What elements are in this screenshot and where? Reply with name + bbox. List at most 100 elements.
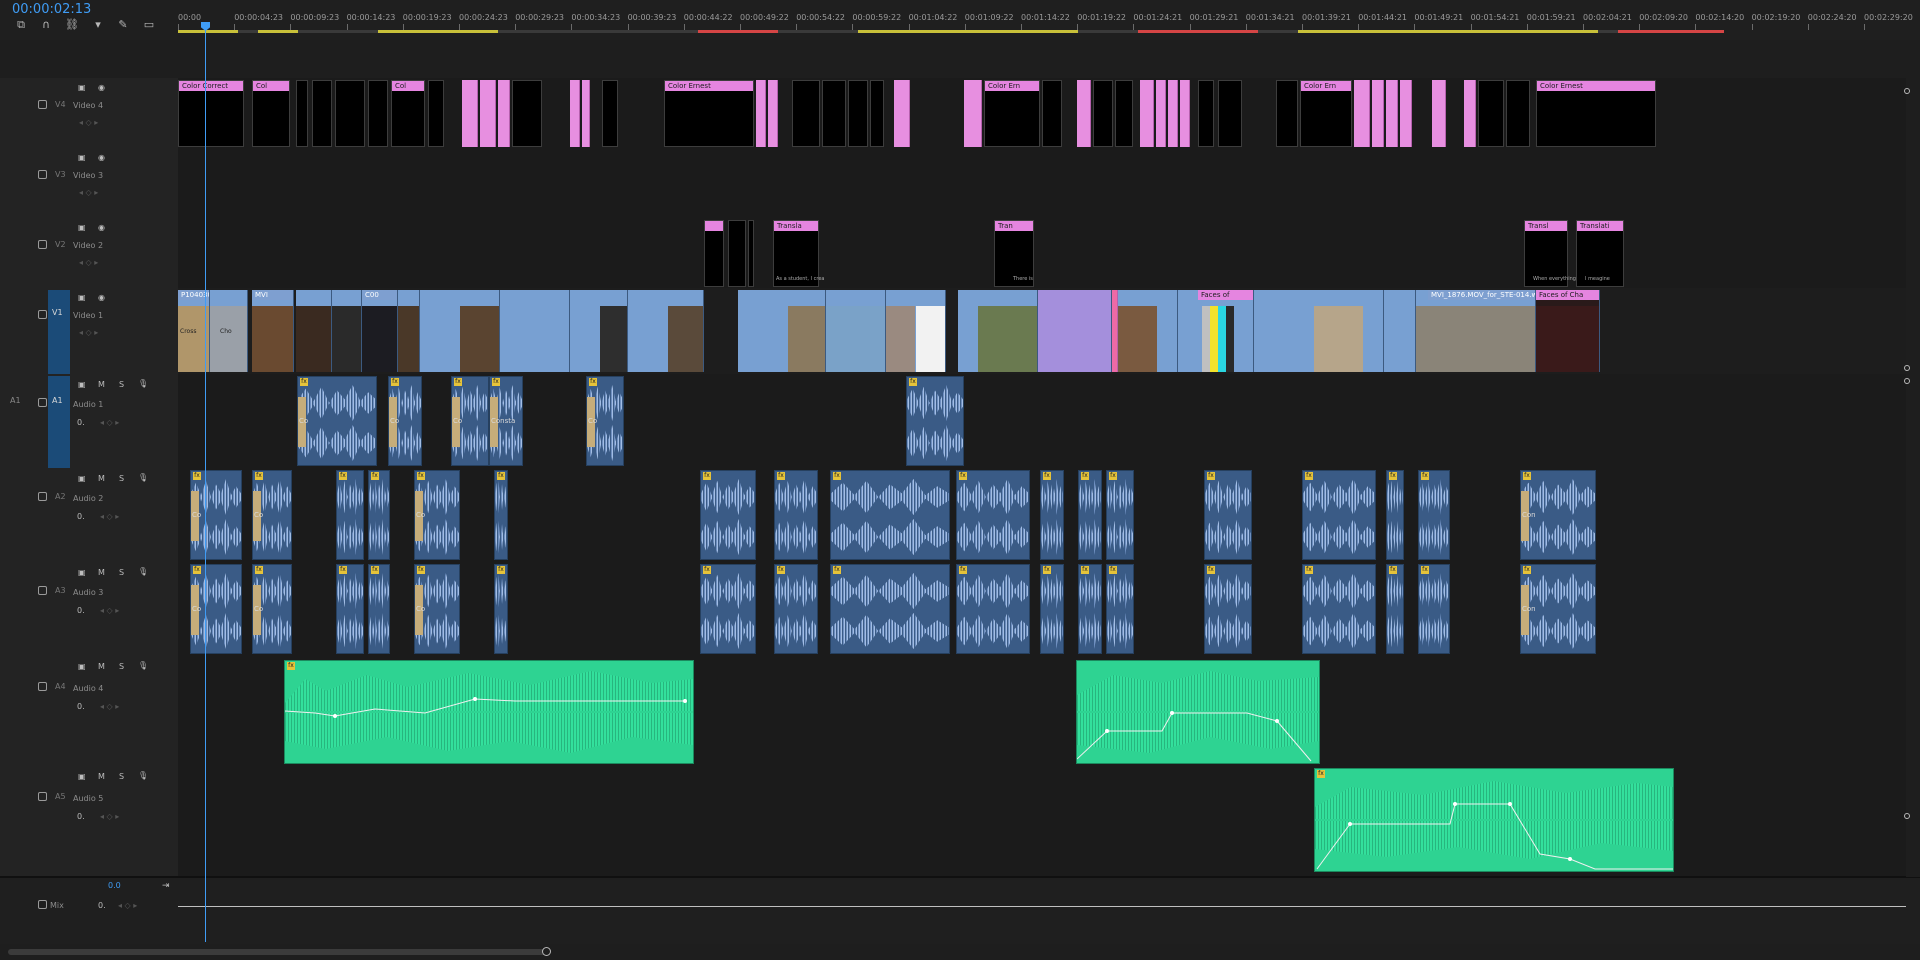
video-clip[interactable] — [1254, 290, 1384, 372]
mute-button[interactable]: M — [98, 474, 105, 483]
toggle-sync-icon[interactable]: ▣ — [78, 293, 86, 302]
audio-clip[interactable]: fx Co — [297, 376, 377, 466]
clip[interactable] — [368, 80, 388, 147]
keyframe-nav-icon[interactable]: ◂ ◇ ▸ — [79, 188, 98, 197]
track-v1[interactable]: P1040305.MOCross Cho MVI C00 Faces of MV… — [178, 288, 1906, 375]
clip[interactable] — [1115, 80, 1133, 147]
adjustment-clip[interactable] — [1464, 80, 1476, 147]
title-clip[interactable] — [748, 220, 754, 287]
track-height-handle[interactable] — [1904, 378, 1910, 384]
video-clip[interactable] — [570, 290, 628, 372]
adjustment-clip[interactable] — [1432, 80, 1446, 147]
adjustment-clip[interactable] — [1354, 80, 1370, 147]
video-clip[interactable]: Faces of Cha — [1536, 290, 1600, 372]
title-clip[interactable]: Transl When everything — [1524, 220, 1576, 287]
video-clip[interactable] — [958, 290, 1038, 372]
track-height-handle[interactable] — [1904, 365, 1910, 371]
eye-icon[interactable]: ◉ — [98, 153, 105, 162]
clip[interactable] — [1478, 80, 1504, 147]
audio-clip[interactable]: fx — [1386, 470, 1404, 560]
music-clip[interactable]: fx — [284, 660, 694, 764]
microphone-icon[interactable]: 🎙 — [138, 473, 148, 482]
audio-clip[interactable]: fx — [1106, 470, 1134, 560]
audio-clip[interactable]: fx — [1106, 564, 1134, 654]
audio-clip[interactable]: fx — [368, 564, 390, 654]
audio-clip[interactable]: fx — [494, 470, 508, 560]
title-clip[interactable] — [704, 220, 724, 287]
audio-clip[interactable]: fx Consta — [489, 376, 523, 466]
adjustment-clip[interactable] — [462, 80, 478, 147]
toggle-sync-icon[interactable]: ▣ — [78, 223, 86, 232]
clip[interactable]: Color Ernest — [1536, 80, 1656, 147]
adjustment-clip[interactable] — [498, 80, 510, 147]
toggle-sync-icon[interactable]: ▣ — [78, 474, 86, 483]
keyframe-nav-icon[interactable]: ◂ ◇ ▸ — [100, 512, 119, 521]
audio-clip[interactable]: fx — [1418, 470, 1450, 560]
microphone-icon[interactable]: 🎙 — [138, 771, 148, 780]
video-clip[interactable] — [628, 290, 704, 372]
lock-icon[interactable] — [38, 682, 47, 691]
track-a5[interactable]: fx — [178, 766, 1906, 877]
track-volume[interactable]: 0. — [98, 901, 106, 910]
solo-button[interactable]: S — [119, 568, 124, 577]
clip[interactable] — [1218, 80, 1242, 147]
volume-keyframe-line[interactable] — [285, 661, 694, 764]
eye-icon[interactable]: ◉ — [98, 223, 105, 232]
video-clip[interactable] — [826, 290, 886, 372]
clip[interactable] — [792, 80, 820, 147]
video-clip[interactable] — [1038, 290, 1112, 372]
lock-icon[interactable] — [38, 310, 47, 319]
title-clip[interactable]: Translati I meagine — [1576, 220, 1624, 287]
mute-button[interactable]: M — [98, 772, 105, 781]
toggle-sync-icon[interactable]: ▣ — [78, 772, 86, 781]
adjustment-clip[interactable] — [1140, 80, 1154, 147]
clip[interactable] — [312, 80, 332, 147]
audio-clip[interactable]: fx — [494, 564, 508, 654]
lock-icon[interactable] — [38, 170, 47, 179]
microphone-icon[interactable]: 🎙 — [138, 379, 148, 388]
track-a1[interactable]: fx Co fx Co fx Co fx Consta fx Co fx — [178, 374, 1906, 469]
mix-volume-line[interactable] — [178, 906, 1906, 907]
adjustment-clip[interactable] — [1386, 80, 1398, 147]
solo-button[interactable]: S — [119, 380, 124, 389]
keyframe-nav-icon[interactable]: ◂ ◇ ▸ — [79, 258, 98, 267]
lock-icon[interactable] — [38, 792, 47, 801]
audio-clip[interactable]: fx Co — [252, 564, 292, 654]
clip[interactable] — [1198, 80, 1214, 147]
adjustment-clip[interactable] — [1156, 80, 1166, 147]
video-clip[interactable]: Faces of — [1178, 290, 1254, 372]
time-ruler[interactable]: 00:00 00:00:04:23 00:00:09:23 00:00:14:23 00… — [178, 10, 1920, 32]
track-volume[interactable]: 0. — [77, 812, 85, 821]
audio-clip[interactable]: fx Co — [414, 564, 460, 654]
track-volume[interactable]: 0. — [77, 702, 85, 711]
track-height-handle[interactable] — [1904, 88, 1910, 94]
audio-clip[interactable]: fx — [336, 564, 364, 654]
audio-clip[interactable]: fx — [1418, 564, 1450, 654]
snap-icon[interactable]: ∩ — [40, 19, 52, 31]
music-clip[interactable]: fx — [1314, 768, 1674, 872]
adjustment-clip[interactable] — [894, 80, 910, 147]
clip[interactable] — [1093, 80, 1113, 147]
lock-icon[interactable] — [38, 900, 47, 909]
lock-icon[interactable] — [38, 100, 47, 109]
video-clip[interactable] — [1384, 290, 1416, 372]
track-volume[interactable]: 0. — [77, 418, 85, 427]
nest-icon[interactable]: ⧉ — [15, 19, 27, 31]
title-clip[interactable]: Transla As a student, I crea — [773, 220, 824, 287]
audio-clip[interactable]: fx — [1204, 470, 1252, 560]
audio-clip[interactable]: fx — [336, 470, 364, 560]
microphone-icon[interactable]: 🎙 — [138, 567, 148, 576]
adjustment-clip[interactable] — [756, 80, 766, 147]
video-clip[interactable] — [420, 290, 500, 372]
clip[interactable]: Col — [391, 80, 425, 147]
video-clip[interactable] — [296, 290, 332, 372]
clip[interactable] — [602, 80, 618, 147]
track-height-handle[interactable] — [1904, 813, 1910, 819]
audio-clip[interactable]: fx — [368, 470, 390, 560]
title-clip[interactable] — [728, 220, 746, 287]
track-v4[interactable]: Color Correct Col Col Color Ernest Color… — [178, 78, 1906, 149]
clip[interactable] — [296, 80, 308, 147]
toggle-sync-icon[interactable]: ▣ — [78, 153, 86, 162]
mix-volume-value[interactable]: 0.0 — [108, 881, 121, 890]
audio-clip[interactable]: fx — [1040, 470, 1064, 560]
